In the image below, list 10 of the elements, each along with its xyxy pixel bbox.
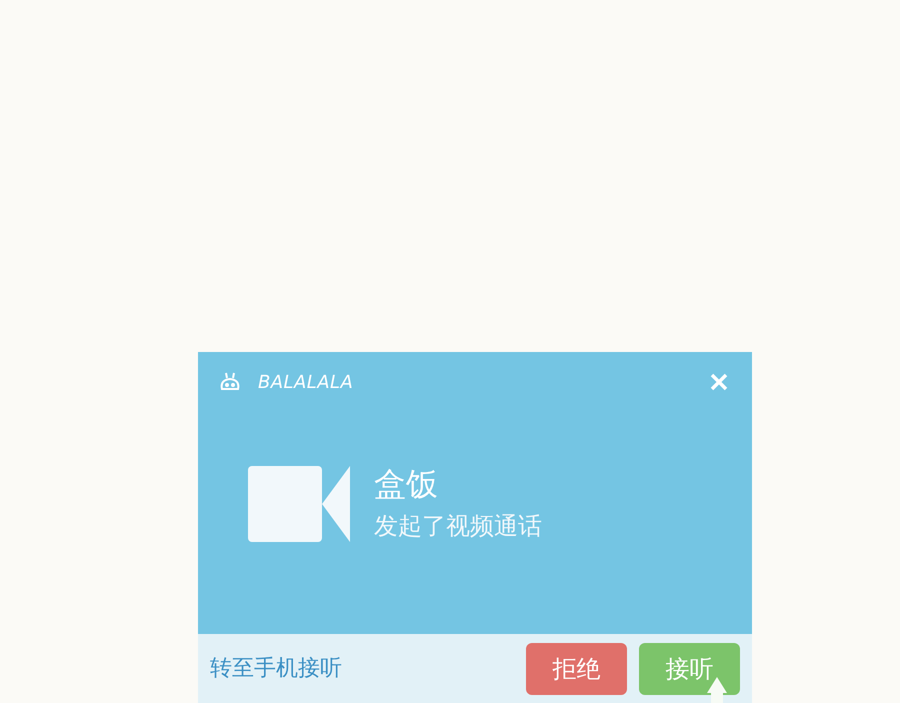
close-icon xyxy=(710,373,728,391)
close-button[interactable] xyxy=(710,373,728,391)
window-title: BALALALA xyxy=(258,370,354,394)
accept-button[interactable]: 接听 xyxy=(639,642,740,694)
call-message: 发起了视频通话 xyxy=(374,511,542,542)
transfer-link[interactable]: 转至手机接听 xyxy=(210,652,342,685)
robot-icon xyxy=(218,371,242,393)
decline-button[interactable]: 拒绝 xyxy=(526,642,627,694)
video-camera-icon xyxy=(248,466,350,542)
caller-name: 盒饭 xyxy=(374,464,439,504)
